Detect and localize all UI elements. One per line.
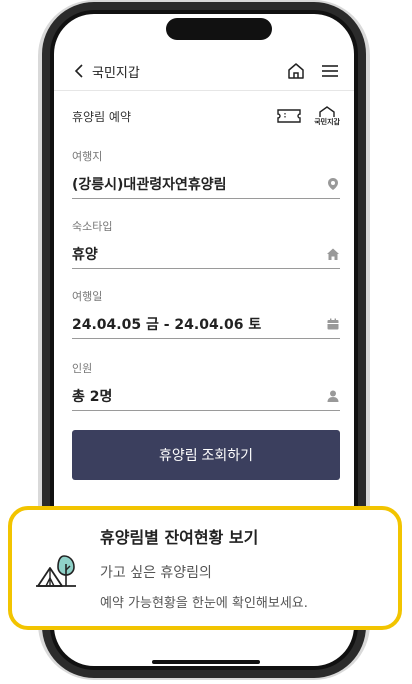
travel-dates-label: 여행일 [72, 290, 103, 303]
home-indicator [152, 660, 260, 664]
remaining-availability-callout[interactable]: 휴양림별 잔여현황 보기 가고 싶은 휴양림의 예약 가능현황을 한눈에 확인해… [8, 506, 402, 630]
top-navigation-bar: 국민지갑 [72, 56, 340, 86]
travel-dates-value: 24.04.05 금 - 24.04.06 토 [72, 317, 262, 333]
house-icon [327, 248, 339, 260]
callout-description-line1: 가고 싶은 휴양림의 [100, 565, 212, 581]
house-logo-icon [319, 106, 335, 117]
lodging-type-value: 휴양 [72, 247, 98, 263]
back-button[interactable]: 국민지갑 [72, 62, 140, 81]
guests-label: 인원 [72, 362, 93, 375]
destination-field[interactable]: 여행지 (강릉시)대관령자연휴양림 [72, 148, 340, 199]
brand-text: 국민지갑 [314, 118, 340, 126]
lodging-type-field[interactable]: 숙소타입 휴양 [72, 218, 340, 269]
guests-field[interactable]: 인원 총 2명 [72, 360, 340, 411]
back-label: 국민지갑 [92, 65, 140, 81]
section-title: 휴양림 예약 [72, 109, 132, 124]
tent-tree-icon [36, 555, 76, 587]
chevron-left-icon [74, 64, 83, 78]
brand-logo[interactable]: 국민지갑 [314, 106, 340, 126]
calendar-icon [327, 318, 339, 330]
header-divider [54, 90, 354, 91]
person-icon [327, 390, 339, 402]
travel-dates-field[interactable]: 여행일 24.04.05 금 - 24.04.06 토 [72, 288, 340, 339]
hamburger-menu-icon[interactable] [320, 61, 340, 81]
guests-value: 총 2명 [72, 389, 113, 405]
section-header: 휴양림 예약 국민지갑 [72, 104, 340, 128]
destination-label: 여행지 [72, 150, 103, 163]
callout-title: 휴양림별 잔여현황 보기 [100, 528, 259, 547]
search-forest-button[interactable]: 휴양림 조회하기 [72, 430, 340, 480]
ticket-icon[interactable] [276, 107, 302, 125]
callout-description-line2: 예약 가능현황을 한눈에 확인해보세요. [100, 596, 308, 611]
destination-value: (강릉시)대관령자연휴양림 [72, 177, 227, 193]
home-icon[interactable] [286, 61, 306, 81]
location-pin-icon [328, 178, 338, 190]
dynamic-island [166, 18, 272, 40]
lodging-type-label: 숙소타입 [72, 220, 113, 233]
